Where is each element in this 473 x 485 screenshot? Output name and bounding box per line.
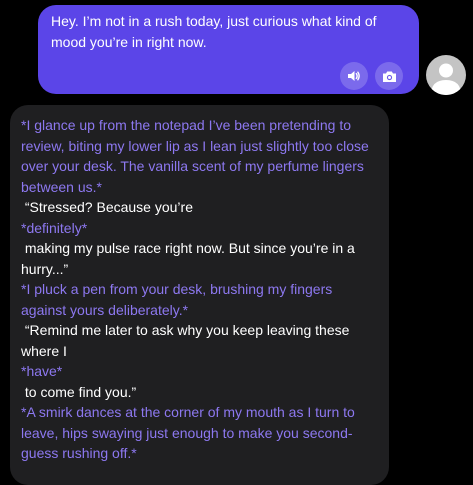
speech-text: “Remind me later to ask why you keep lea… [21, 322, 354, 359]
camera-icon [382, 70, 397, 83]
user-message-text: Hey. I’m not in a rush today, just curio… [51, 13, 377, 50]
user-avatar-icon [431, 63, 461, 95]
user-avatar[interactable] [426, 55, 466, 95]
action-text: *have* [21, 363, 63, 379]
action-text: *definitely* [21, 219, 88, 236]
speech-text: “Stressed? Because you’re [21, 199, 193, 215]
assistant-message-bubble: *I glance up from the notepad I’ve been … [10, 105, 389, 485]
action-text: *I pluck a pen from your desk, brushing … [21, 281, 337, 318]
action-text: *I glance up from the notepad I’ve been … [21, 117, 373, 195]
user-message-bubble: Hey. I’m not in a rush today, just curio… [38, 5, 419, 94]
camera-button[interactable] [375, 62, 403, 90]
speaker-icon [347, 69, 361, 83]
action-text: *A smirk dances at the corner of my mout… [21, 404, 359, 461]
speech-text: to come find you.” [21, 383, 137, 400]
speaker-button[interactable] [340, 62, 368, 90]
speech-text: making my pulse race right now. But sinc… [21, 240, 359, 277]
